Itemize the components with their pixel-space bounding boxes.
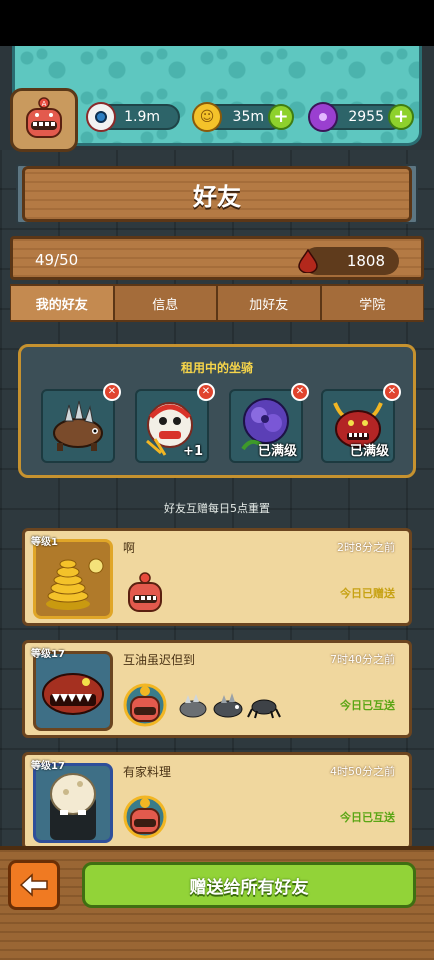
blood-drop-icon bbox=[298, 249, 318, 273]
rented-mounts-panel: 租用中的坐骑 ✕ ✕ +1 ✕ 已满级 ✕ 已满级 bbox=[18, 344, 416, 478]
tab-add-friend[interactable]: 加好友 bbox=[217, 284, 321, 322]
spiked-mount-mini-icon bbox=[179, 694, 207, 718]
blood-counter: 1808 bbox=[298, 247, 399, 275]
gold-coin-pile-icon bbox=[46, 558, 104, 610]
friend-name: 啊 bbox=[123, 541, 136, 555]
mount-2-label: +1 bbox=[183, 444, 203, 459]
gift-all-friends-button[interactable]: 赠送给所有好友 bbox=[82, 862, 416, 908]
stats-bar: 49/50 1808 bbox=[10, 236, 424, 280]
svg-text:A: A bbox=[42, 100, 47, 108]
friend-monster-icon bbox=[128, 572, 162, 612]
remove-mount-4-button[interactable]: ✕ bbox=[383, 383, 401, 401]
coin-resource: ☺ 35m + bbox=[192, 102, 294, 132]
friend-last-seen: 7时40分之前 bbox=[330, 653, 395, 666]
player-avatar[interactable]: A bbox=[10, 88, 78, 152]
potion-icon bbox=[308, 102, 338, 132]
friend-row[interactable]: 等级17 互油虽迟但到 7时40分之前 今日已互送 bbox=[22, 640, 412, 738]
crab-mount-mini-icon bbox=[247, 699, 281, 719]
coin-icon: ☺ bbox=[192, 102, 222, 132]
friend-last-seen: 4时50分之前 bbox=[330, 765, 395, 778]
tab-bar: 我的好友 信息 加好友 学院 bbox=[10, 284, 424, 322]
mount-3-label: 已满级 bbox=[257, 444, 297, 459]
arrow-left-icon bbox=[19, 873, 48, 897]
remove-mount-2-button[interactable]: ✕ bbox=[197, 383, 215, 401]
friend-gift-status: 今日已赠送 bbox=[340, 587, 395, 600]
back-button[interactable] bbox=[8, 860, 60, 910]
potion-value: 2955 bbox=[348, 109, 384, 125]
friend-avatar bbox=[33, 539, 113, 619]
monster-avatar-icon: A bbox=[26, 97, 62, 138]
reset-note: 好友互赠每日5点重置 bbox=[164, 502, 270, 515]
friend-gift-status: 今日已互送 bbox=[340, 811, 395, 824]
coin-value: 35m bbox=[232, 109, 264, 125]
friend-avatar bbox=[33, 651, 113, 731]
tab-my-friends[interactable]: 我的好友 bbox=[10, 284, 114, 322]
friends-screen: A 1.9m ☺ 35m + 2955 + 好友 49/50 1808 我的好友… bbox=[0, 0, 434, 960]
friend-gift-status: 今日已互送 bbox=[340, 699, 395, 712]
tab-academy[interactable]: 学院 bbox=[320, 284, 424, 322]
spiked-beast-mount-icon bbox=[53, 400, 103, 451]
eye-resource: 1.9m bbox=[86, 102, 180, 132]
friend-name: 有家料理 bbox=[123, 765, 172, 779]
eye-value: 1.9m bbox=[124, 109, 160, 125]
blood-value: 1808 bbox=[346, 252, 385, 270]
add-coin-button[interactable]: + bbox=[268, 104, 294, 130]
red-monster-mount-icon bbox=[42, 673, 104, 715]
egg-head-character-icon bbox=[50, 773, 96, 840]
remove-mount-1-button[interactable]: ✕ bbox=[103, 383, 121, 401]
gray-beast-mini-icon bbox=[213, 693, 243, 718]
tab-messages[interactable]: 信息 bbox=[113, 284, 217, 322]
friend-name: 互油虽迟但到 bbox=[123, 653, 196, 667]
rental-title: 租用中的坐骑 bbox=[180, 361, 253, 375]
eyeball-icon bbox=[86, 102, 116, 132]
friend-count: 49/50 bbox=[35, 251, 79, 269]
mount-4-label: 已满级 bbox=[349, 444, 389, 459]
friend-monster-icon bbox=[123, 683, 167, 727]
friend-row[interactable]: 等级1 啊 2时8分之前 今日已赠送 bbox=[22, 528, 412, 626]
mount-slot-4[interactable]: ✕ 已满级 bbox=[321, 383, 401, 463]
friend-row[interactable]: 等级17 有家料理 4时50分之前 今日已互送 bbox=[22, 752, 412, 850]
remove-mount-3-button[interactable]: ✕ bbox=[291, 383, 309, 401]
friend-level: 等级17 bbox=[31, 649, 65, 660]
page-title: 好友 bbox=[22, 166, 412, 222]
add-potion-button[interactable]: + bbox=[388, 104, 414, 130]
friend-avatar bbox=[33, 763, 113, 843]
status-bar bbox=[0, 0, 434, 46]
friend-last-seen: 2时8分之前 bbox=[337, 541, 395, 554]
mount-slot-2[interactable]: ✕ +1 bbox=[135, 383, 215, 463]
mount-slot-3[interactable]: ✕ 已满级 bbox=[229, 383, 309, 463]
friend-monster-icon bbox=[123, 795, 167, 839]
mount-slot-1[interactable]: ✕ bbox=[41, 383, 121, 463]
potion-resource: 2955 + bbox=[308, 102, 414, 132]
friend-level: 等级1 bbox=[31, 537, 58, 548]
friend-level: 等级17 bbox=[31, 761, 65, 772]
